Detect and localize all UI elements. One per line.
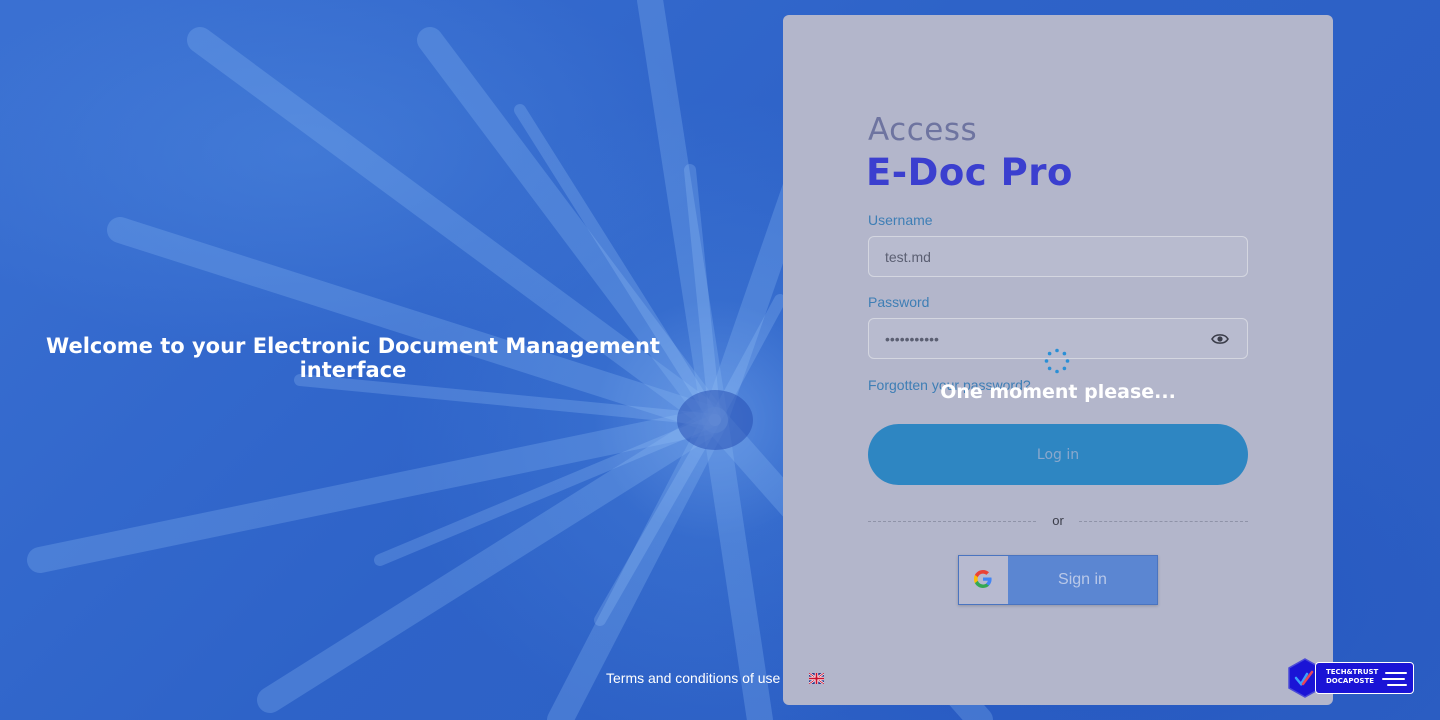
- loading-message: One moment please...: [783, 381, 1333, 403]
- or-divider: or: [868, 513, 1248, 529]
- docaposte-logo: TECH&TRUST DOCAPOSTE: [1287, 658, 1414, 698]
- password-label: Password: [868, 294, 930, 310]
- google-icon: [974, 570, 992, 588]
- brand-line-1: TECH&TRUST: [1326, 668, 1379, 676]
- loading-spinner-icon: [1044, 348, 1070, 374]
- login-button[interactable]: Log in: [868, 424, 1248, 485]
- username-label: Username: [868, 212, 933, 228]
- google-logo-box: [959, 556, 1008, 604]
- brand-line-2: DOCAPOSTE: [1326, 677, 1374, 685]
- show-password-eye-icon[interactable]: [1211, 331, 1229, 347]
- access-heading: Access: [868, 112, 978, 148]
- welcome-message: Welcome to your Electronic Document Mana…: [46, 334, 660, 382]
- uk-flag-language-icon[interactable]: [809, 673, 824, 684]
- loading-text: One moment please...: [940, 381, 1176, 403]
- google-sign-in-label: Sign in: [1058, 571, 1107, 588]
- product-title: E-Doc Pro: [866, 151, 1073, 194]
- google-sign-in-button[interactable]: Sign in: [958, 555, 1158, 605]
- username-input[interactable]: [869, 237, 1247, 276]
- docaposte-lines-icon: [1382, 672, 1407, 686]
- or-text: or: [1052, 513, 1064, 528]
- username-field-wrapper: [868, 236, 1248, 277]
- terms-link[interactable]: Terms and conditions of use: [606, 670, 780, 686]
- docaposte-text: TECH&TRUST DOCAPOSTE: [1326, 668, 1378, 686]
- login-panel: Access E-Doc Pro Username Password Forgo…: [783, 15, 1333, 705]
